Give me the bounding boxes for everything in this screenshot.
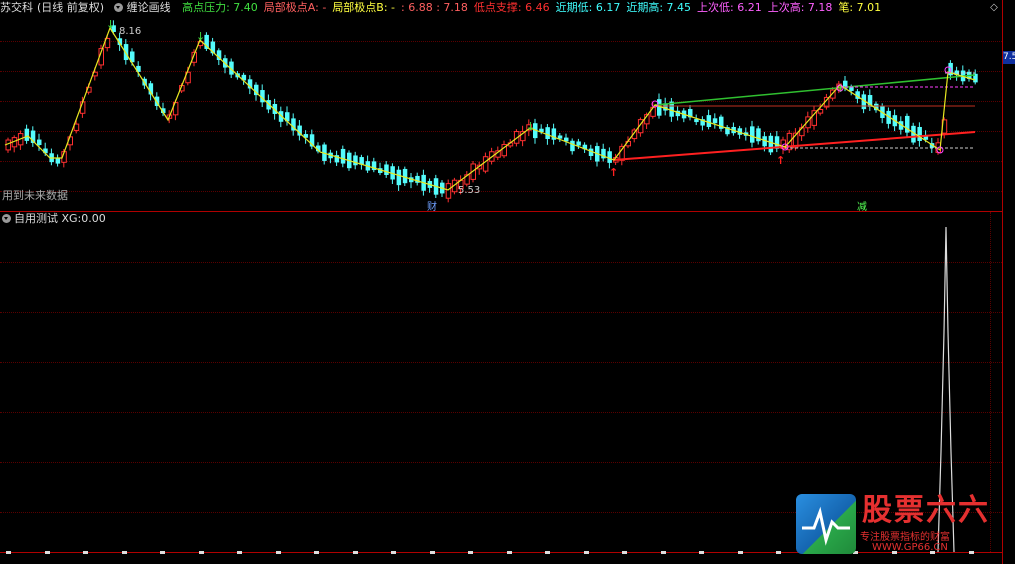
time-tick [468, 551, 473, 554]
time-tick [237, 551, 242, 554]
pivot-high-marker: ↓ [106, 18, 115, 31]
candle-body [545, 127, 550, 140]
time-tick [699, 551, 704, 554]
candle-body [353, 155, 358, 166]
time-tick [738, 551, 743, 554]
zigzag-line [4, 26, 976, 191]
time-tick [430, 551, 435, 554]
candle-body [384, 164, 389, 175]
watermark-logo: 股票六六 专注股票指标的财富 WWW.GP66.CN [796, 494, 1006, 556]
low-price-label: 5.53 [458, 185, 481, 196]
candle-body [607, 151, 612, 163]
candle-body [917, 126, 922, 141]
buy-arrow-icon: ↑ [609, 166, 619, 179]
candle-body [576, 141, 581, 146]
price-axis [1002, 0, 1003, 564]
time-tick [276, 551, 281, 554]
resistance-trendline [654, 74, 976, 106]
future-data-note: 用到未来数据 [2, 189, 68, 202]
buy-arrow-icon: ↑ [776, 154, 786, 167]
candlestick-chart[interactable]: ↓ ↓ ↓ ↓ [0, 0, 1002, 210]
logo-subtitle: 专注股票指标的财富 [860, 532, 950, 543]
candle-body [482, 156, 489, 172]
pivot-high-marker: ↓ [196, 30, 205, 43]
current-price-tag: 7.5 [1003, 51, 1015, 64]
candle-body [570, 140, 575, 152]
candle-body [650, 106, 656, 117]
candle-body [750, 126, 755, 143]
time-tick [83, 551, 88, 554]
time-tick [199, 551, 204, 554]
candle-body [37, 139, 42, 146]
time-tick [160, 551, 165, 554]
high-price-label: 8.16 [119, 26, 142, 37]
candle-body [340, 148, 346, 164]
time-tick [45, 551, 50, 554]
candle-body [396, 169, 402, 186]
time-tick [622, 551, 627, 554]
time-tick [661, 551, 666, 554]
candle-body [445, 183, 452, 199]
time-tick [6, 551, 11, 554]
time-tick [584, 551, 589, 554]
candle-body [402, 168, 408, 184]
time-tick [776, 551, 781, 554]
time-tick [545, 551, 550, 554]
time-tick [353, 551, 358, 554]
candle-body [24, 128, 30, 141]
candle-body [712, 118, 718, 124]
candle-body [849, 86, 854, 91]
time-tick [391, 551, 396, 554]
logo-url: WWW.GP66.CN [872, 542, 948, 553]
time-tick [122, 551, 127, 554]
candle-body [817, 108, 824, 114]
logo-title: 股票六六 [862, 493, 990, 528]
reduce-badge[interactable]: 减 [857, 198, 867, 213]
logo-icon [796, 494, 856, 554]
candle-body [73, 123, 80, 131]
finance-badge[interactable]: 财 [427, 198, 437, 213]
candle-body [768, 135, 774, 153]
pivot-high-marker: ↓ [526, 120, 535, 133]
time-tick [314, 551, 319, 554]
candle-body [55, 158, 61, 164]
candle-body [557, 135, 563, 139]
time-tick [507, 551, 512, 554]
candle-body [706, 115, 712, 127]
